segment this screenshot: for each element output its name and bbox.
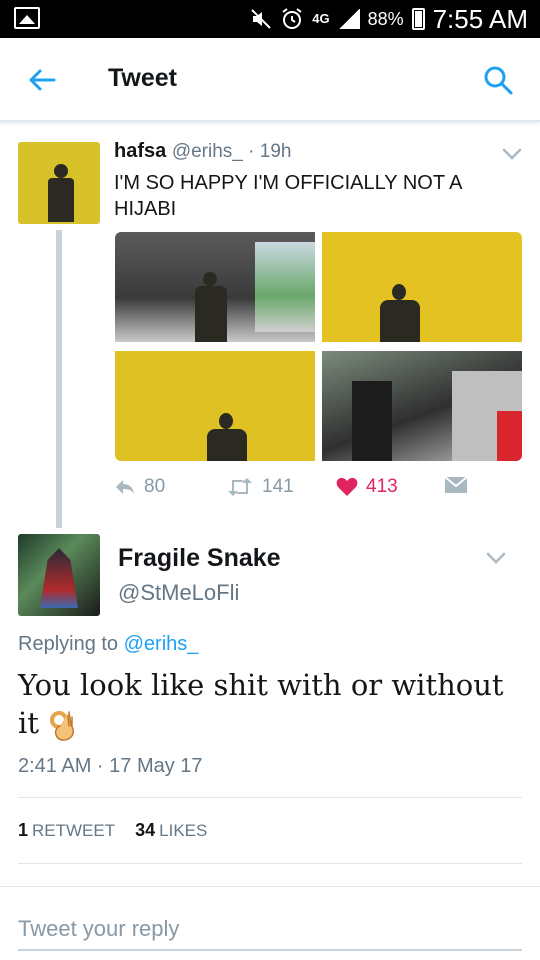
photo-figure: [352, 381, 392, 461]
photo-red-wall: [497, 411, 522, 461]
avatar-fragile-snake[interactable]: [18, 534, 100, 616]
retweet-stat[interactable]: 1 RETWEET: [18, 820, 115, 841]
status-bar: 4G 88% 7:55 AM: [0, 0, 540, 38]
photo-building: [255, 242, 315, 332]
retweet-stat-count: 1: [18, 820, 29, 840]
like-button[interactable]: 413: [336, 476, 398, 498]
thread-line: [56, 230, 62, 528]
reply-icon: [116, 480, 134, 494]
photo-figure-body: [207, 429, 247, 461]
photo-figure-body: [380, 300, 420, 342]
tweet-photo[interactable]: [322, 232, 522, 342]
direct-message-button[interactable]: [444, 476, 468, 494]
reply-author-name[interactable]: Fragile Snake: [118, 544, 281, 573]
ok-hand-emoji-icon: [50, 711, 75, 741]
avatar-figure-head: [54, 164, 68, 178]
tweet-age: 19h: [259, 141, 292, 162]
avatar-hafsa[interactable]: [18, 142, 100, 224]
original-author-name[interactable]: hafsa: [114, 140, 166, 162]
network-type: 4G: [312, 11, 330, 26]
photo-figure-body: [195, 286, 227, 342]
tweet-photo[interactable]: [115, 351, 315, 461]
like-count: 413: [366, 476, 398, 497]
tweet-photo[interactable]: [322, 351, 522, 461]
tweet-photo[interactable]: [115, 232, 315, 342]
like-stat-label: LIKES: [159, 821, 208, 840]
battery-percent: 88%: [367, 8, 404, 29]
reply-author-handle[interactable]: @StMeLoFli: [118, 580, 239, 606]
status-bar-right: 4G 88% 7:55 AM: [250, 0, 528, 38]
photo-figure-head: [392, 284, 406, 300]
original-tweet-text: I'M SO HAPPY I'M OFFICIALLY NOT A HIJABI: [114, 172, 462, 220]
tweet-stats: 1 RETWEET 34 LIKES: [18, 820, 207, 841]
app-header: Tweet: [0, 38, 540, 122]
like-stat-count: 34: [135, 820, 156, 840]
replying-to-link[interactable]: @erihs_: [124, 633, 199, 655]
signal-icon: [337, 9, 360, 29]
reply-input[interactable]: [18, 909, 522, 951]
tweet-actions: 80 141 413: [114, 476, 514, 504]
battery-icon: [411, 8, 425, 30]
arrow-left-icon[interactable]: [26, 64, 58, 96]
search-icon[interactable]: [482, 64, 514, 96]
meta-separator: ·: [242, 141, 260, 162]
clock: 7:55 AM: [432, 3, 528, 34]
retweet-stat-label: RETWEET: [32, 821, 116, 840]
media-grid: [115, 232, 522, 461]
reply-button[interactable]: 80: [114, 476, 165, 498]
page-title: Tweet: [108, 64, 177, 92]
reply-text-body: You look like shit with or without it: [18, 668, 504, 740]
heart-icon: [336, 477, 358, 496]
alarm-icon: [282, 8, 302, 29]
divider: [18, 863, 522, 864]
mute-icon: [251, 9, 271, 29]
reply-timestamp: 2:41 AM · 17 May 17: [18, 755, 203, 777]
photo-figure-head: [219, 413, 233, 429]
replying-prefix: Replying to: [18, 633, 124, 655]
chevron-down-icon[interactable]: [500, 146, 524, 162]
original-tweet-header: hafsa @erihs_ · 19h: [114, 140, 291, 163]
avatar-character: [40, 548, 78, 608]
replying-to: Replying to @erihs_: [18, 633, 198, 656]
envelope-icon: [444, 476, 468, 493]
divider: [18, 797, 522, 798]
chevron-down-icon[interactable]: [484, 550, 508, 566]
retweet-icon: [228, 478, 252, 496]
reply-count: 80: [144, 476, 166, 497]
gallery-notification-icon: [14, 7, 40, 29]
compose-bar: [0, 886, 540, 960]
avatar-figure-body: [48, 178, 74, 222]
retweet-button[interactable]: 141: [226, 476, 294, 498]
reply-tweet-text: You look like shit with or without it: [18, 666, 522, 742]
photo-figure-head: [203, 272, 217, 286]
retweet-count: 141: [262, 476, 294, 497]
original-author-handle[interactable]: @erihs_: [172, 141, 243, 162]
like-stat[interactable]: 34 LIKES: [135, 820, 207, 841]
